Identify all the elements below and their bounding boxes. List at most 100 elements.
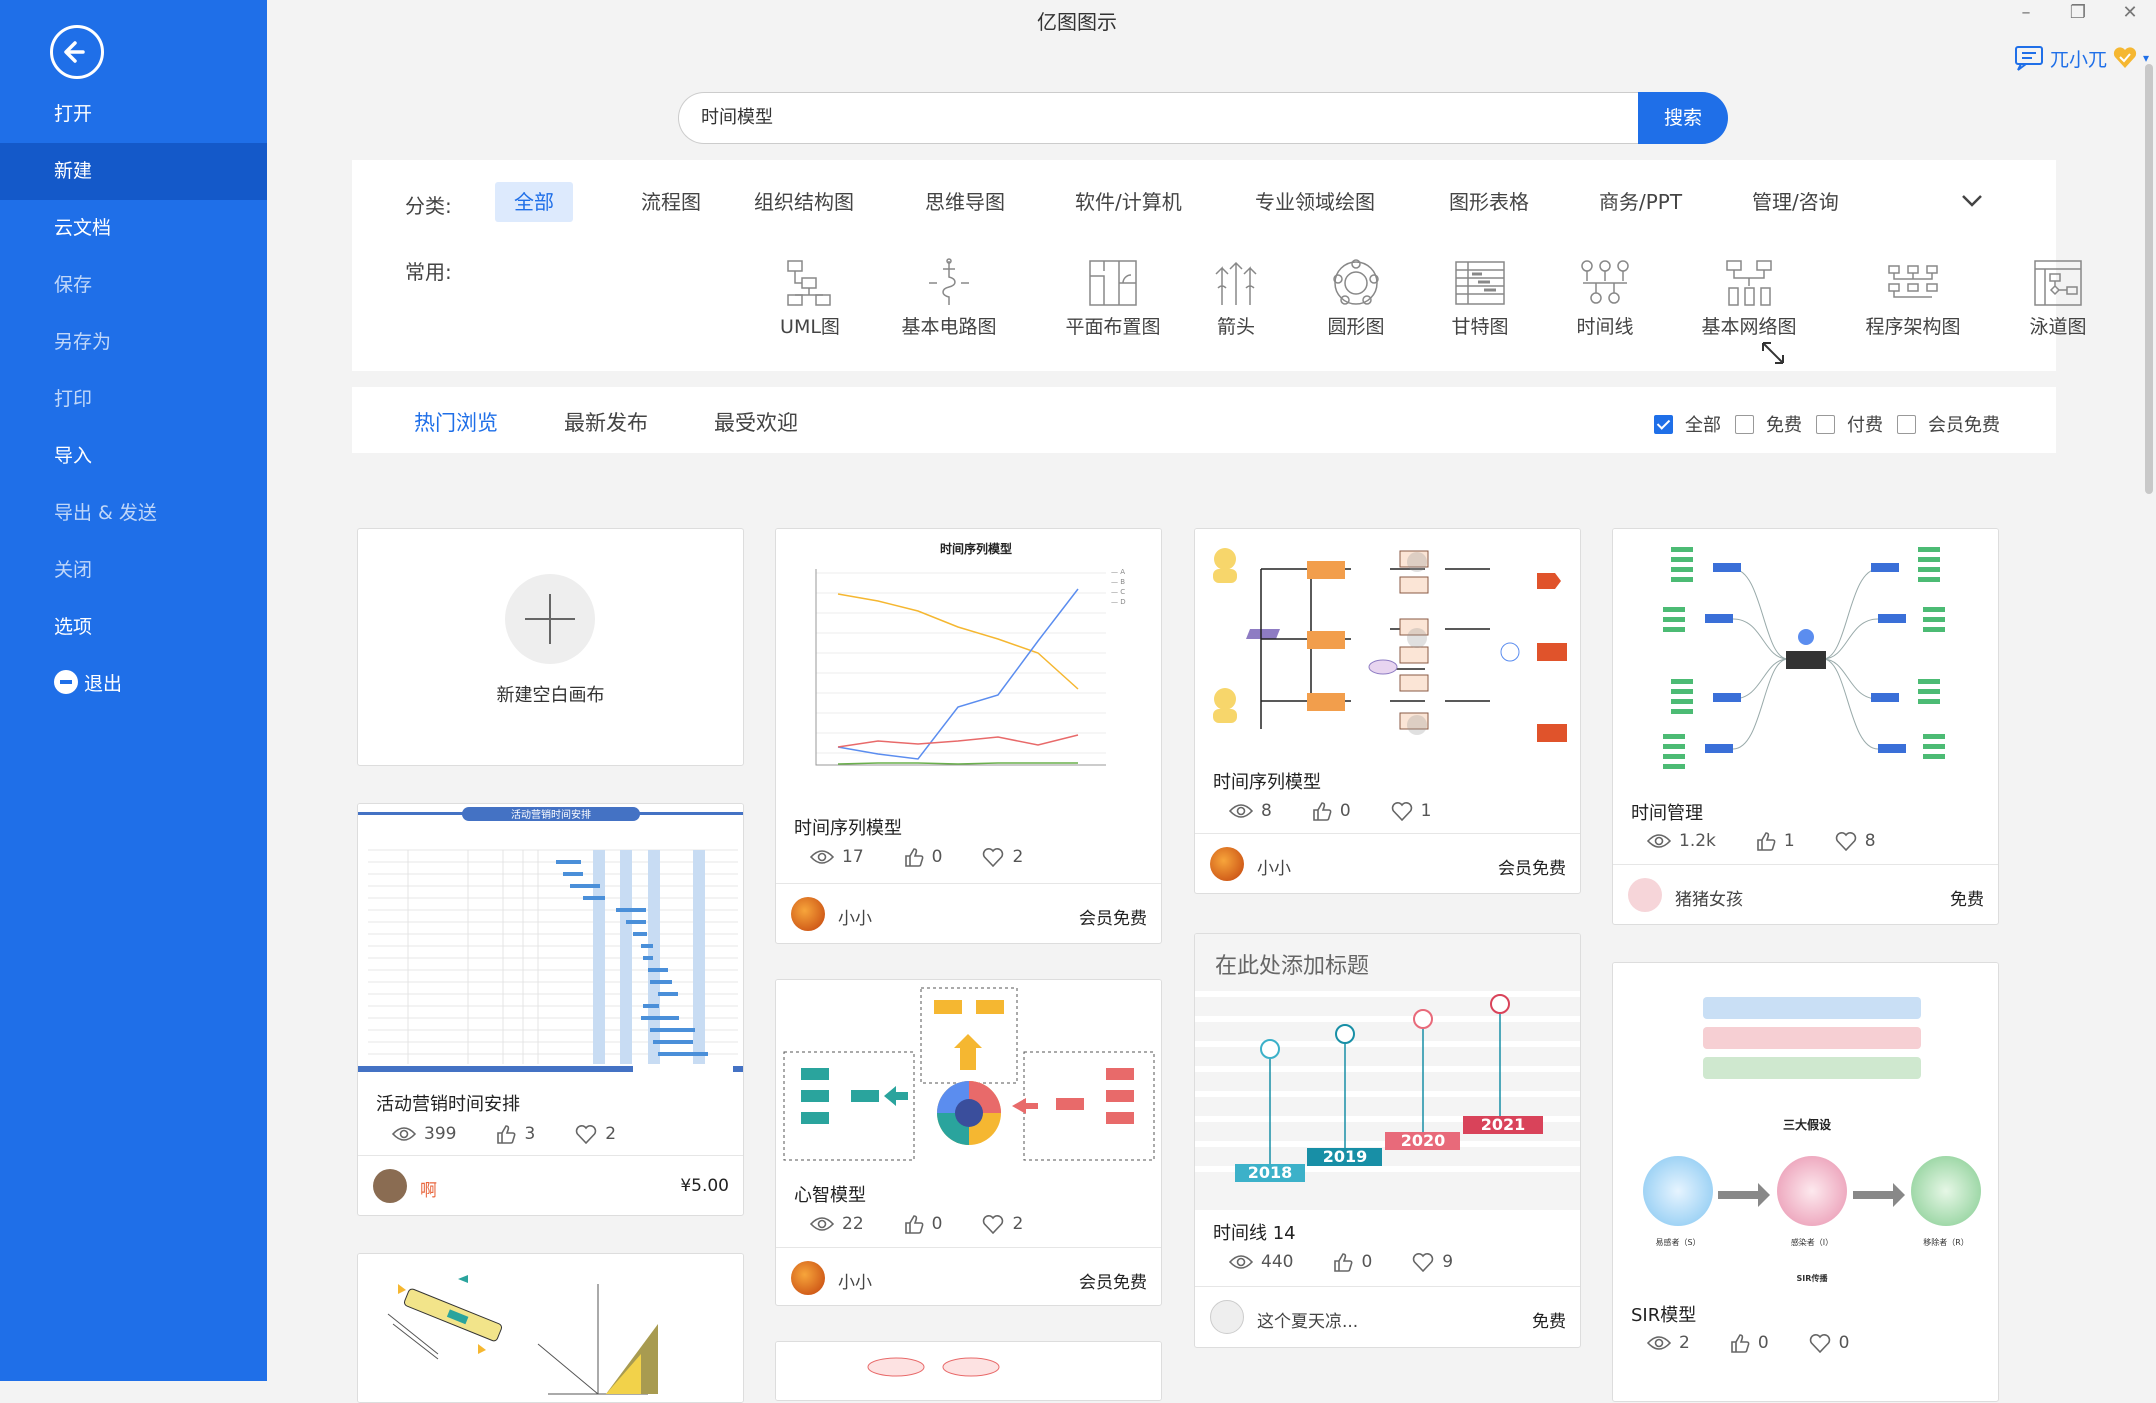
category-graphic-table[interactable]: 图形表格 (1430, 182, 1548, 222)
sidebar-item-open[interactable]: 打开 (0, 86, 267, 143)
template-card[interactable]: 时间管理 1.2k 1 8 猪猪女孩 免费 (1612, 528, 1999, 925)
card-title: 心智模型 (794, 1185, 866, 1206)
avatar[interactable] (1210, 1300, 1244, 1334)
search-input[interactable]: 时间模型 (678, 92, 1706, 144)
template-card[interactable]: 三大假设 易感者（S） 感染者（I） 移除者（R） SIR传播 SIR模型 2 (1612, 962, 1999, 1402)
avatar[interactable] (791, 1261, 825, 1295)
svg-text:— D: — D (1111, 598, 1126, 606)
tab-latest[interactable]: 最新发布 (564, 407, 648, 437)
new-blank-canvas-card[interactable]: 新建空白画布 (357, 528, 744, 766)
thumbs-up-icon[interactable] (1333, 1252, 1353, 1272)
sidebar-item-cloud[interactable]: 云文档 (0, 200, 267, 257)
thumbs-up-icon[interactable] (1756, 831, 1776, 851)
category-mind-map[interactable]: 思维导图 (906, 182, 1024, 222)
scrollbar[interactable] (2142, 60, 2156, 1381)
swimlane-icon (2034, 260, 2082, 306)
filter-member-free-checkbox[interactable]: 会员免费 (1897, 411, 2000, 437)
category-all[interactable]: 全部 (495, 182, 573, 222)
template-label: 泳道图 (2029, 316, 2087, 338)
sidebar-item-print[interactable]: 打印 (0, 371, 267, 428)
category-professional[interactable]: 专业领域绘图 (1236, 182, 1394, 222)
sidebar-item-new[interactable]: 新建 (0, 143, 267, 200)
card-thumbnail (776, 980, 1161, 1162)
filter-all-checkbox[interactable]: 全部 (1654, 411, 1721, 437)
heart-icon[interactable] (575, 1124, 597, 1144)
template-uml[interactable]: UML图 (730, 258, 890, 339)
fullscreen-arrows-icon[interactable] (1760, 340, 1786, 366)
template-card[interactable] (775, 1341, 1162, 1401)
window-title: 亿图图示 (1037, 10, 1117, 34)
template-program-architecture[interactable]: 程序架构图 (1833, 258, 1993, 339)
vip-heart-icon (2113, 47, 2137, 68)
sidebar-item-export[interactable]: 导出 & 发送 (0, 485, 267, 542)
sidebar-item-exit[interactable]: 退出 (0, 656, 267, 713)
author-name[interactable]: 小小 (838, 1268, 872, 1293)
author-name[interactable]: 小小 (838, 904, 872, 929)
template-basic-circuit[interactable]: 基本电路图 (869, 258, 1029, 339)
heart-icon[interactable] (1391, 801, 1413, 821)
heart-icon[interactable] (1835, 831, 1857, 851)
template-swimlane[interactable]: 泳道图 (1978, 258, 2138, 339)
user-account[interactable]: 兀小兀 ▾ (2014, 42, 2149, 74)
sidebar-item-options[interactable]: 选项 (0, 599, 267, 656)
category-software[interactable]: 软件/计算机 (1056, 182, 1201, 222)
filter-paid-checkbox[interactable]: 付费 (1816, 411, 1883, 437)
card-thumbnail: 三大假设 易感者（S） 感染者（I） 移除者（R） SIR传播 (1613, 963, 1998, 1303)
avatar[interactable] (373, 1169, 407, 1203)
thumbs-up-icon[interactable] (904, 847, 924, 867)
thumbs-up-icon[interactable] (1312, 801, 1332, 821)
main-area: 亿图图示 – ❐ ✕ 兀小兀 ▾ 时间模型 搜索 分类: 全部 流程图 组织结构… (267, 0, 2156, 1403)
exit-label: 退出 (84, 673, 123, 695)
svg-text:— C: — C (1111, 588, 1125, 596)
tab-hot[interactable]: 热门浏览 (414, 407, 498, 437)
thumbs-up-icon[interactable] (904, 1214, 924, 1234)
card-title: 时间管理 (1631, 803, 1703, 824)
sidebar-item-import[interactable]: 导入 (0, 428, 267, 485)
heart-icon[interactable] (982, 847, 1004, 867)
author-name[interactable]: 猪猪女孩 (1675, 885, 1743, 910)
avatar[interactable] (1210, 847, 1244, 881)
restore-icon[interactable]: ❐ (2060, 2, 2096, 23)
template-label: 程序架构图 (1865, 316, 1961, 338)
scrollbar-thumb[interactable] (2145, 64, 2153, 494)
card-stats: 22 0 2 (810, 1214, 1023, 1234)
category-flowchart[interactable]: 流程图 (622, 182, 720, 222)
avatar[interactable] (791, 897, 825, 931)
search-button[interactable]: 搜索 (1638, 92, 1728, 144)
template-card[interactable]: 时间序列模型 8 0 1 小小 会员免费 (1194, 528, 1581, 894)
template-card[interactable]: 在此处添加标题 2018 2019 2020 2021 时间线 14 440 0… (1194, 933, 1581, 1348)
category-org-chart[interactable]: 组织结构图 (735, 182, 873, 222)
expand-categories-chevron-icon[interactable] (1961, 194, 1983, 208)
thumb-heading: 时间序列模型 (940, 541, 1012, 556)
sidebar-item-close[interactable]: 关闭 (0, 542, 267, 599)
message-icon[interactable] (2014, 45, 2044, 71)
author-name[interactable]: 小小 (1257, 854, 1291, 879)
like-count: 0 (1361, 1252, 1373, 1272)
author-name[interactable]: 啊 (420, 1176, 437, 1201)
template-card[interactable]: 心智模型 22 0 2 小小 会员免费 (775, 979, 1162, 1306)
template-card[interactable]: 活动营销时间安排 活动营销时间安排 399 3 2 啊 ¥5.00 (357, 803, 744, 1216)
eye-icon (1229, 804, 1253, 818)
category-business-ppt[interactable]: 商务/PPT (1580, 182, 1701, 222)
card-stats: 2 0 0 (1647, 1333, 1849, 1353)
close-icon[interactable]: ✕ (2112, 2, 2148, 23)
back-arrow-icon[interactable] (50, 25, 104, 79)
heart-icon[interactable] (982, 1214, 1004, 1234)
filter-free-checkbox[interactable]: 免费 (1735, 411, 1802, 437)
author-name[interactable]: 这个夏天凉... (1257, 1307, 1358, 1332)
thumbs-up-icon[interactable] (1730, 1333, 1750, 1353)
template-card[interactable]: 时间序列模型 — A — B — C — D 时间序列模型 17 0 2 小小 会员免… (775, 528, 1162, 944)
heart-icon[interactable] (1412, 1252, 1434, 1272)
template-timeline[interactable]: 时间线 (1525, 258, 1685, 339)
heart-icon[interactable] (1809, 1333, 1831, 1353)
minimize-icon[interactable]: – (2008, 2, 2044, 23)
sidebar-item-save-as[interactable]: 另存为 (0, 314, 267, 371)
tab-popular[interactable]: 最受欢迎 (714, 407, 798, 437)
checkbox-label: 免费 (1766, 415, 1802, 436)
category-management[interactable]: 管理/咨询 (1733, 182, 1858, 222)
card-footer: 小小 会员免费 (776, 883, 1161, 943)
sidebar-item-save[interactable]: 保存 (0, 257, 267, 314)
avatar[interactable] (1628, 878, 1662, 912)
thumbs-up-icon[interactable] (496, 1124, 516, 1144)
template-basic-network[interactable]: 基本网络图 (1669, 258, 1829, 339)
